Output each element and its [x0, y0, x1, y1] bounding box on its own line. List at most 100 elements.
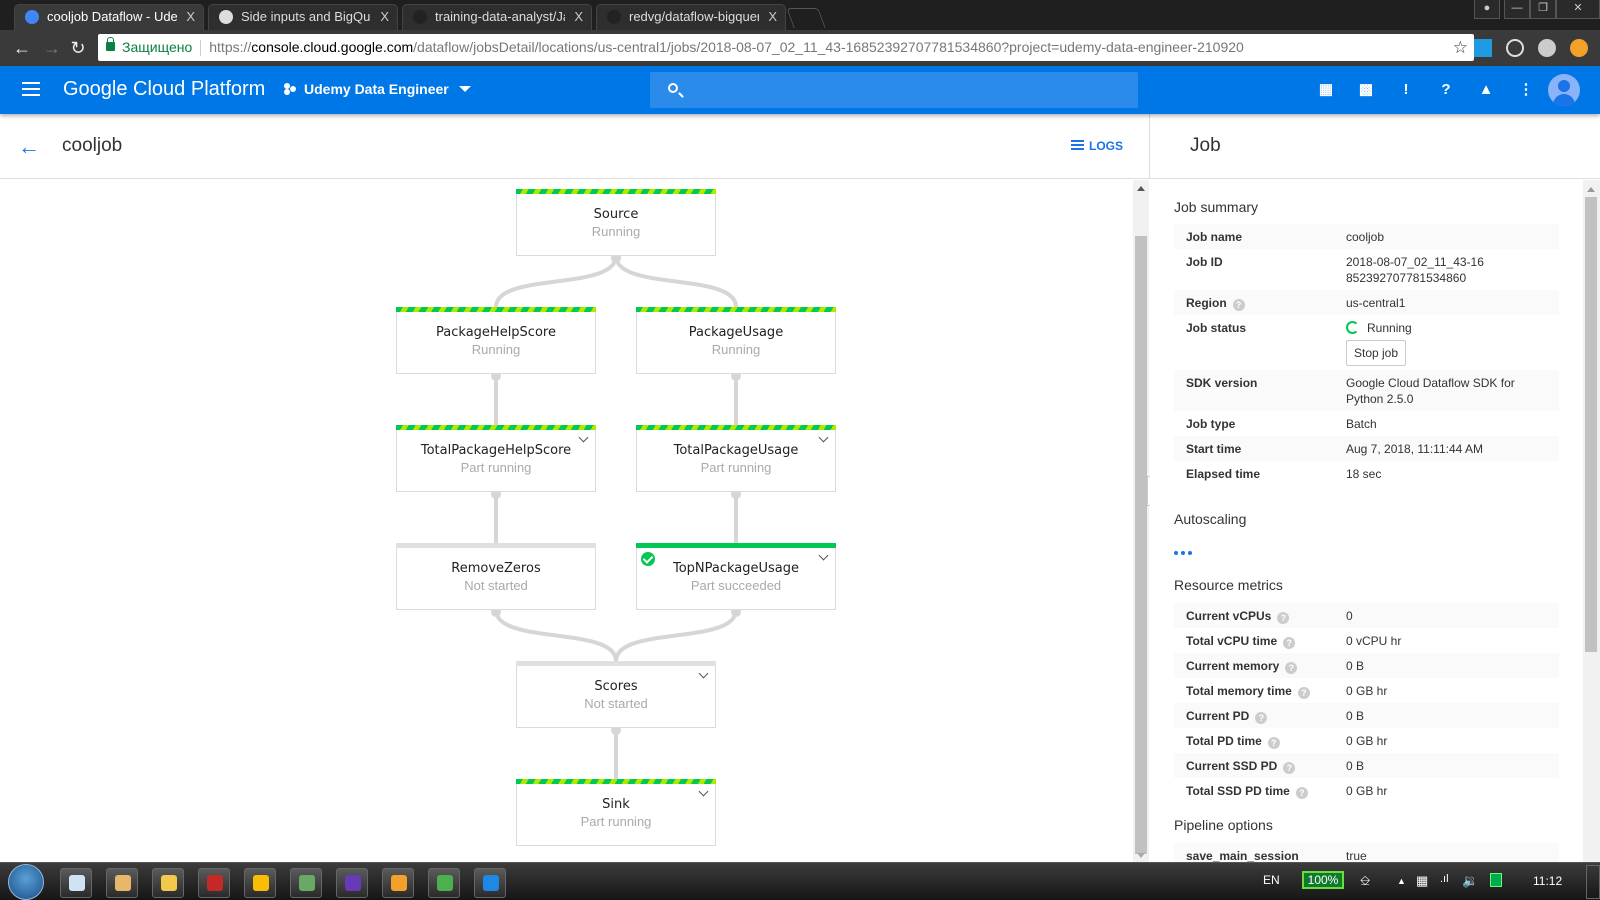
close-icon[interactable]: X [574, 5, 583, 29]
graph-node-sink[interactable]: Sink Part running [516, 779, 716, 846]
graph-node-packagehelpscore[interactable]: PackageHelpScore Running [396, 307, 596, 374]
close-icon[interactable]: X [186, 5, 195, 29]
help-icon[interactable]: ? [1297, 687, 1310, 699]
taskbar-app-acrobat[interactable] [198, 868, 230, 898]
help-icon[interactable]: ? [1267, 737, 1280, 749]
extension-orange-icon[interactable] [1570, 39, 1588, 57]
chevron-down-icon[interactable] [698, 668, 709, 679]
table-row: Current PD? 0 B [1174, 703, 1559, 728]
taskbar-app-explorer[interactable] [152, 868, 184, 898]
acrobat-icon [207, 875, 223, 891]
avatar[interactable] [1548, 74, 1580, 106]
stop-job-button[interactable]: Stop job [1346, 340, 1407, 366]
back-arrow-icon[interactable]: ← [18, 134, 40, 160]
row-value: Aug 7, 2018, 11:11:44 AM [1346, 442, 1483, 456]
scroll-thumb[interactable] [1585, 197, 1597, 652]
help-icon[interactable]: ? [1436, 80, 1456, 100]
help-icon[interactable]: ? [1283, 637, 1296, 649]
tab-cooljob-dataflow[interactable]: cooljob Dataflow - Udemy X [14, 4, 204, 30]
bookmark-star-icon[interactable]: ☆ [1453, 34, 1468, 61]
taskbar-app-obs[interactable] [336, 868, 368, 898]
taskbar-app-chrome-canary[interactable] [382, 868, 414, 898]
taskbar-app-chrome[interactable] [244, 868, 276, 898]
taskbar-app-paint[interactable] [106, 868, 138, 898]
node-status: Running [471, 342, 521, 357]
more-vert-icon[interactable]: ⋮ [1516, 80, 1536, 100]
graph-node-removezeros[interactable]: RemoveZeros Not started [396, 543, 596, 610]
graph-node-totalpackageusage[interactable]: TotalPackageUsage Part running [636, 425, 836, 492]
restore-button[interactable]: ❐ [1530, 0, 1556, 19]
browser-toolbar: ← → ↻ Защищено https://console.cloud.goog… [0, 30, 1600, 66]
graph-node-totalpackagehelpscore[interactable]: TotalPackageHelpScore Part running [396, 425, 596, 492]
graph-scrollbar[interactable] [1133, 180, 1149, 862]
reload-button[interactable]: ↻ [66, 36, 90, 60]
obs-icon [345, 875, 361, 891]
windows-flag-icon[interactable]: ▦ [1416, 873, 1428, 889]
taskbar-app-notepad[interactable] [60, 868, 92, 898]
address-bar[interactable]: Защищено https://console.cloud.google.com… [98, 34, 1474, 61]
row-value: 0 [1346, 609, 1353, 623]
graph-node-scores[interactable]: Scores Not started [516, 661, 716, 728]
close-icon[interactable]: X [380, 5, 389, 29]
chevron-down-icon[interactable] [818, 432, 829, 443]
feedback-icon[interactable]: ! [1396, 80, 1416, 100]
row-key-label: Current SSD PD [1186, 759, 1278, 773]
project-selector[interactable]: Udemy Data Engineer [284, 81, 471, 97]
show-desktop-button[interactable] [1586, 865, 1600, 899]
cloud-shell-icon[interactable]: ▩ [1356, 80, 1376, 100]
scroll-thumb[interactable] [1135, 236, 1147, 854]
taskbar-app-atom[interactable] [428, 868, 460, 898]
network-monitor-icon[interactable] [1490, 873, 1502, 887]
notifications-bell-icon[interactable]: ▲ [1476, 80, 1496, 100]
scroll-down-icon[interactable] [1137, 853, 1145, 858]
graph-node-packageusage[interactable]: PackageUsage Running [636, 307, 836, 374]
help-icon[interactable]: ? [1285, 662, 1298, 674]
chevron-down-icon[interactable] [578, 432, 589, 443]
scroll-up-icon[interactable] [1587, 187, 1595, 192]
scroll-up-icon[interactable] [1137, 186, 1145, 191]
power-plug-icon[interactable]: ⎒ [1360, 873, 1370, 889]
logs-button[interactable]: LOGS [1071, 139, 1123, 153]
extension-hex-icon[interactable] [1538, 39, 1556, 57]
tab-redvg-dataflow-bigquery[interactable]: redvg/dataflow-bigquery X [596, 4, 786, 30]
menu-icon[interactable] [22, 82, 40, 96]
chevron-down-icon[interactable] [698, 786, 709, 797]
panel-scrollbar[interactable] [1583, 180, 1600, 862]
profile-button[interactable]: ● [1474, 0, 1500, 19]
volume-icon[interactable]: 🔉 [1462, 873, 1478, 889]
close-window-button[interactable]: ✕ [1556, 0, 1600, 19]
help-icon[interactable]: ? [1283, 762, 1296, 774]
taskbar-app-task-manager[interactable] [290, 868, 322, 898]
tab-side-inputs[interactable]: Side inputs and BigQuery X [208, 4, 398, 30]
row-key: Total memory time? [1186, 684, 1310, 699]
help-icon[interactable]: ? [1232, 299, 1245, 311]
new-tab-button[interactable] [786, 8, 826, 28]
close-icon[interactable]: X [768, 5, 777, 29]
battery-indicator[interactable]: 100% [1302, 871, 1344, 889]
graph-node-topnpackageusage[interactable]: TopNPackageUsage Part succeeded [636, 543, 836, 610]
graph-node-source[interactable]: Source Running [516, 189, 716, 256]
start-button[interactable] [8, 864, 44, 900]
forward-button[interactable]: → [40, 36, 64, 60]
help-icon[interactable]: ? [1295, 787, 1308, 799]
tray-expand-icon[interactable]: ▲ [1397, 876, 1406, 886]
page-header: ← cooljob LOGS [0, 114, 1149, 179]
help-icon[interactable]: ? [1277, 612, 1290, 624]
minimize-button[interactable]: — [1504, 0, 1530, 19]
help-icon[interactable]: ? [1255, 712, 1268, 724]
search-input[interactable] [650, 72, 1138, 108]
extension-icon[interactable] [1474, 39, 1492, 57]
node-status: Part succeeded [690, 578, 782, 593]
chevron-down-icon[interactable] [818, 550, 829, 561]
gift-icon[interactable]: ▦ [1316, 80, 1336, 100]
language-indicator[interactable]: EN [1263, 873, 1280, 887]
pipeline-graph[interactable]: Source Running PackageHelpScore Running Pack… [0, 180, 1133, 862]
back-button[interactable]: ← [10, 36, 34, 60]
tab-training-data-analyst[interactable]: training-data-analyst/Java X [402, 4, 592, 30]
gcp-brand[interactable]: Google Cloud Platform [63, 78, 265, 101]
clock[interactable]: 11:12 [1533, 874, 1562, 888]
row-key: save_main_session [1186, 849, 1299, 862]
taskbar-app-vscode[interactable] [474, 868, 506, 898]
react-devtools-icon[interactable] [1506, 39, 1524, 57]
signal-icon[interactable]: .ıl [1440, 873, 1449, 885]
